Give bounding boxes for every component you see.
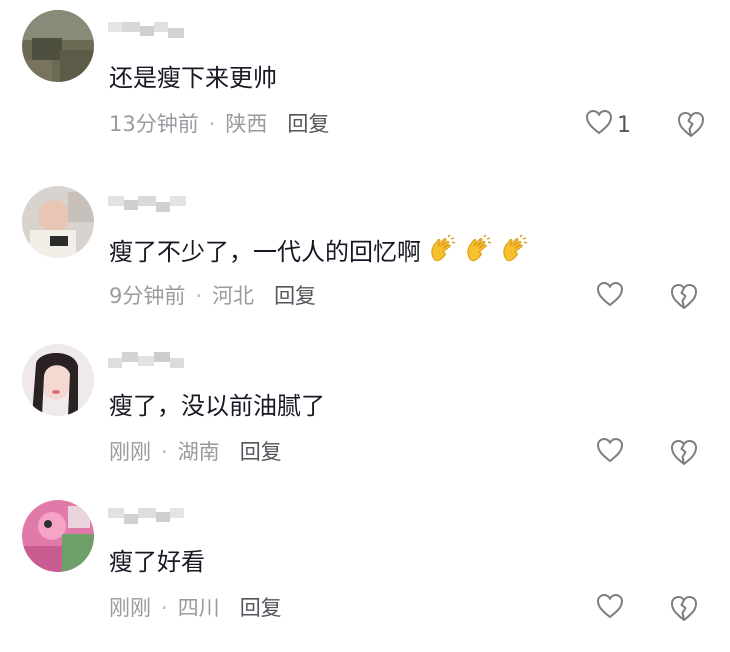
broken-heart-icon [676,112,706,142]
comment-item: 还是瘦下来更帅 13分钟前 · 陕西 回复 1 [0,0,730,160]
avatar[interactable] [22,344,94,416]
comment-meta: 刚刚 · 四川 回复 [109,594,282,622]
dislike-button[interactable] [676,110,706,140]
comment-time: 13分钟前 [109,112,199,136]
like-button[interactable] [596,593,628,625]
comment-time: 刚刚 [109,440,151,464]
broken-heart-icon [669,596,699,626]
username-blurred[interactable] [108,196,186,216]
comment-text-content: 瘦了不少了，一代人的回忆啊 [109,238,421,266]
meta-separator: · [161,596,168,620]
avatar[interactable] [22,500,94,572]
broken-heart-icon [669,284,699,314]
meta-separator: · [161,440,168,464]
emoji-group [427,234,529,272]
username-blurred[interactable] [108,22,186,42]
comment-meta: 9分钟前 · 河北 回复 [109,282,316,310]
like-button[interactable] [596,281,628,313]
dislike-button[interactable] [669,594,699,624]
clapping-hands-icon [427,234,457,272]
dislike-button[interactable] [669,282,699,312]
clapping-hands-icon [499,234,529,272]
comment-location: 河北 [212,284,255,308]
comment-meta: 13分钟前 · 陕西 回复 [109,110,329,138]
comment-time: 刚刚 [109,596,151,620]
like-button[interactable] [596,437,628,469]
avatar[interactable] [22,10,94,82]
heart-outline-icon [596,593,624,625]
reply-button[interactable]: 回复 [240,440,282,464]
heart-outline-icon [585,109,613,141]
comment-text[interactable]: 瘦了不少了，一代人的回忆啊 [109,234,529,272]
comment-item: 瘦了，没以前油腻了 刚刚 · 湖南 回复 [0,338,730,488]
heart-outline-icon [596,437,624,469]
meta-separator: · [208,112,216,136]
comment-text[interactable]: 瘦了好看 [109,546,205,578]
comment-item: 瘦了好看 刚刚 · 四川 回复 [0,494,730,652]
reply-button[interactable]: 回复 [240,596,282,620]
username-blurred[interactable] [108,508,186,528]
like-count: 1 [617,112,631,138]
broken-heart-icon [669,440,699,470]
comment-location: 四川 [177,596,220,620]
comment-meta: 刚刚 · 湖南 回复 [109,438,282,466]
dislike-button[interactable] [669,438,699,468]
reply-button[interactable]: 回复 [274,284,316,308]
like-button[interactable]: 1 [585,109,631,141]
reply-button[interactable]: 回复 [287,112,329,136]
comment-location: 陕西 [225,112,268,136]
comment-time: 9分钟前 [109,284,186,308]
comment-text[interactable]: 瘦了，没以前油腻了 [109,390,325,422]
comment-location: 湖南 [177,440,220,464]
clapping-hands-icon [463,234,493,272]
avatar[interactable] [22,186,94,258]
meta-separator: · [195,284,203,308]
comment-item: 瘦了不少了，一代人的回忆啊 9分钟前 · 河北 回复 [0,180,730,330]
comment-text[interactable]: 还是瘦下来更帅 [109,62,277,94]
username-blurred[interactable] [108,352,186,372]
heart-outline-icon [596,281,624,313]
